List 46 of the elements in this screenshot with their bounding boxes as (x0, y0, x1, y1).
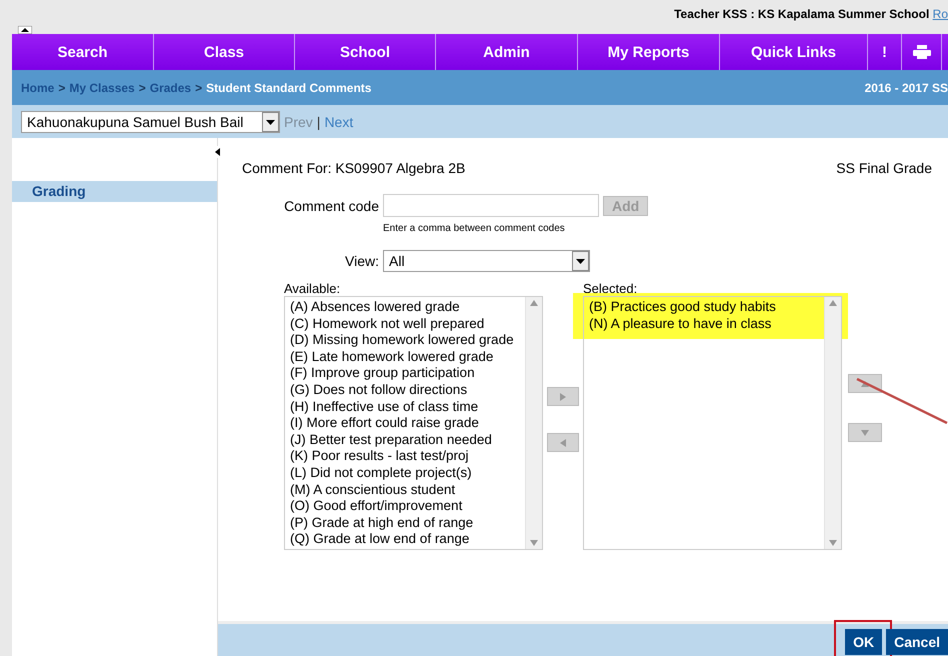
list-option[interactable]: (D) Missing homework lowered grade (290, 332, 520, 349)
sidebar-item[interactable]: Grading (12, 181, 217, 202)
view-label: View: (344, 253, 379, 269)
user-info: Teacher KSS : KS Kapalama Summer School Ro (674, 7, 948, 21)
list-box[interactable]: (B) Practices good study habits (N) A pleasure to have in class (583, 296, 842, 550)
list-option[interactable]: (B) Practices good study habits (589, 299, 819, 316)
comment-code-label: Comment code (283, 198, 379, 214)
list-option[interactable]: (L) Did not complete project(s) (290, 464, 520, 482)
dialog-button[interactable]: OK (845, 629, 882, 655)
breadcrumb-separator: > (58, 80, 66, 94)
list-label: Available: (284, 281, 342, 296)
add-to-selected-button[interactable] (547, 387, 579, 406)
list-option[interactable]: (C) Homework not well prepared (290, 316, 520, 332)
list-option[interactable]: (O) Good effort/improvement (290, 498, 520, 515)
breadcrumb-separator: > (195, 80, 202, 94)
list-option[interactable]: (K) Poor results - last test/proj (290, 448, 520, 465)
comment-code-field[interactable] (383, 194, 599, 217)
link-divider: | (316, 114, 320, 130)
collapse-icon[interactable] (18, 26, 32, 34)
list-option[interactable]: (H) Ineffective use of class time (290, 398, 520, 416)
list-option[interactable]: (N) A pleasure to have in class (589, 316, 819, 332)
move-down-button[interactable] (848, 423, 882, 442)
hint-text: Enter a comma between comment codes (383, 223, 566, 234)
list-label: Selected: (583, 281, 638, 296)
remove-from-selected-button[interactable] (547, 433, 579, 452)
list-option[interactable]: (M) A conscientious student (290, 482, 520, 498)
list-option[interactable]: (Q) Grade at low end of range (290, 531, 520, 548)
term-label: 2016 - 2017 SS (864, 80, 948, 94)
list-option[interactable]: (F) Improve group participation (290, 365, 520, 382)
list-option[interactable]: (A) Absences lowered grade (290, 299, 520, 316)
comment-for-label: Comment For: KS09907 Algebra 2B (242, 160, 466, 176)
list-box[interactable] (284, 296, 543, 550)
list-option[interactable]: (I) More effort could raise grade (290, 415, 520, 432)
student-select[interactable]: Kahuonakupuna Samuel Bush Bail (21, 110, 280, 132)
breadcrumb-current: Student Standard Comments (206, 80, 372, 94)
list-option[interactable]: (P) Grade at high end of range (290, 514, 520, 532)
dialog-button[interactable]: Cancel (886, 629, 948, 655)
view-select[interactable]: All (383, 250, 590, 272)
breadcrumb-separator: > (138, 80, 146, 94)
list-option[interactable]: (G) Does not follow directions (290, 382, 520, 399)
printer-icon (912, 45, 930, 59)
scrollbar[interactable] (525, 297, 542, 549)
scrollbar[interactable] (824, 297, 841, 549)
list-option[interactable]: (J) Better test preparation needed (290, 432, 520, 448)
list-option[interactable]: (E) Late homework lowered grade (290, 348, 520, 366)
grade-label: SS Final Grade (836, 160, 932, 176)
